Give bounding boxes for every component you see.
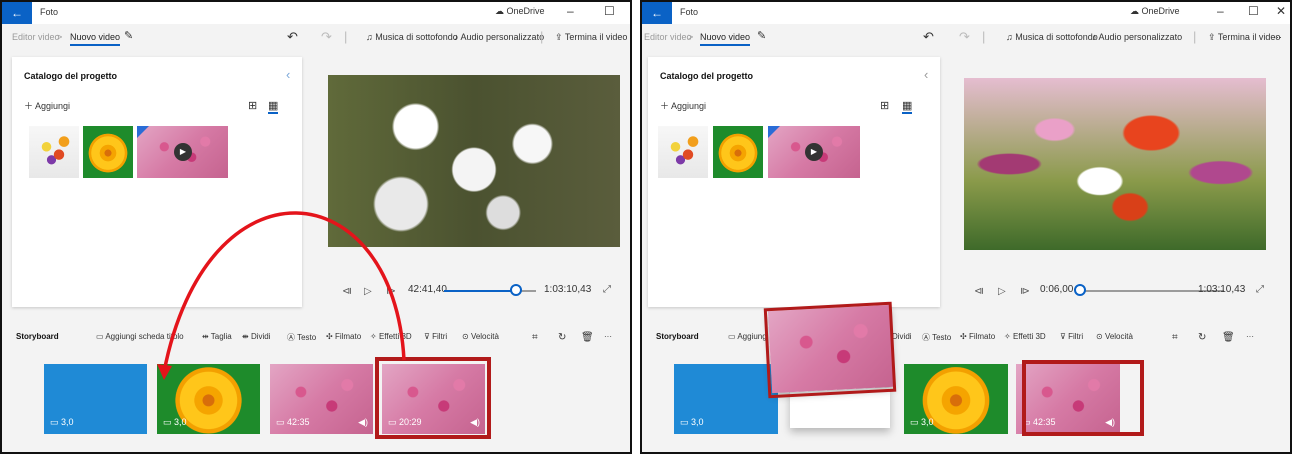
storyboard-toolbar: Storyboard ▭ Aggiungi Dividi Ⓐ Testo ✣ F… [642, 322, 1290, 350]
library-thumbnail-bouquet[interactable] [658, 126, 708, 178]
close-button[interactable]: ✕ [1276, 4, 1286, 18]
3d-effects-button[interactable]: ✧ Effetti 3D [1004, 332, 1046, 341]
more-options[interactable]: ··· [1246, 332, 1254, 341]
play-icon: ▶ [805, 143, 823, 161]
delete-icon[interactable]: 🗑 [1222, 332, 1235, 343]
split-button[interactable]: Dividi [892, 332, 912, 341]
text-icon: Ⓐ [922, 333, 933, 342]
used-tag-icon [768, 126, 780, 138]
music-button[interactable]: ♫ Musica di sottofondo [1006, 32, 1098, 42]
highlight-box [1022, 360, 1144, 436]
breadcrumb: Editor video > Nuovo video ✎ ↶ ↷ | ♫ Mus… [642, 24, 1290, 52]
rotate-icon[interactable]: ↻ [1198, 332, 1206, 343]
arrow-path [162, 211, 406, 373]
motion-button[interactable]: ✣ Filmato [960, 332, 995, 341]
back-arrow-icon[interactable]: ← [642, 2, 672, 24]
breadcrumb-current: Nuovo video [700, 32, 751, 46]
clip-duration: ▭ 3,0 [910, 417, 934, 427]
left-screenshot: ← Foto ☁ OneDrive – ☐ Editor video > Nuo… [0, 0, 632, 454]
plus-icon: ＋ [660, 101, 672, 111]
seek-knob[interactable] [1074, 284, 1086, 296]
breadcrumb-parent[interactable]: Editor video [644, 32, 692, 42]
rename-pencil-icon[interactable]: ✎ [757, 29, 766, 42]
title-bar: ← Foto ☁ OneDrive – ☐ ✕ [642, 2, 1290, 24]
speed-icon: ⊙ [1096, 332, 1105, 341]
add-title-card-button[interactable]: ▭ Aggiungi [728, 332, 768, 341]
motion-icon: ✣ [960, 332, 969, 341]
text-button[interactable]: Ⓐ Testo [922, 332, 951, 343]
speed-button[interactable]: ⊙ Velocità [1096, 332, 1133, 341]
cloud-icon: ☁ [1130, 6, 1142, 16]
current-time: 0:06,00 [1040, 284, 1074, 295]
grid-large-view-icon[interactable]: ⊞ [880, 99, 889, 112]
more-options[interactable]: ··· [1273, 32, 1282, 42]
storyboard-title: Storyboard [656, 332, 699, 341]
3d-effects-icon: ✧ [1004, 332, 1013, 341]
maximize-button[interactable]: ☐ [1248, 4, 1259, 18]
library-thumbnail-pink-video[interactable]: ▶ [768, 126, 860, 178]
toolbar-divider: | [1193, 29, 1197, 44]
storyboard-clip-yellow-flower[interactable]: ▭ 3,0 [904, 364, 1008, 434]
total-time: 1:03:10,43 [1198, 284, 1246, 295]
resize-icon[interactable]: ⌗ [1172, 332, 1178, 343]
music-note-icon: ♫ [1006, 32, 1016, 42]
finish-video-button[interactable]: ⇪ Termina il video [1208, 32, 1280, 43]
play-button-icon[interactable]: ▷ [998, 286, 1006, 297]
fullscreen-icon[interactable]: ⤢ [1256, 284, 1264, 295]
redo-icon[interactable]: ↷ [959, 29, 970, 45]
dragged-clip-highlight [763, 301, 897, 399]
filters-button[interactable]: ⊽ Filtri [1060, 332, 1083, 341]
onedrive-button[interactable]: ☁ OneDrive [1130, 6, 1180, 17]
project-library: Catalogo del progetto ‹ ＋ Aggiungi ⊞ ▦ [648, 57, 940, 307]
minimize-button[interactable]: – [1217, 4, 1224, 18]
next-frame-icon[interactable]: ⧐ [1020, 286, 1030, 297]
video-preview[interactable] [964, 78, 1266, 250]
collapse-chevron-icon[interactable]: ‹ [924, 67, 928, 82]
undo-icon[interactable]: ↶ [923, 29, 934, 45]
breadcrumb-separator: > [688, 32, 694, 42]
title-card-icon: ▭ [728, 332, 738, 341]
library-title: Catalogo del progetto [660, 71, 753, 81]
grid-small-view-icon[interactable]: ▦ [902, 99, 913, 114]
clip-duration: ▭ 3,0 [680, 417, 704, 427]
arrow-head [157, 364, 172, 380]
drag-arrow [157, 211, 406, 380]
right-screenshot: ← Foto ☁ OneDrive – ☐ ✕ Editor video > N… [640, 0, 1292, 454]
custom-audio-button[interactable]: ♪ Audio personalizzato [1092, 32, 1182, 42]
toolbar-divider: | [982, 29, 986, 44]
share-icon: ⇪ [1208, 32, 1218, 42]
add-button[interactable]: ＋ Aggiungi [660, 99, 706, 112]
filter-icon: ⊽ [1060, 332, 1069, 341]
previous-frame-icon[interactable]: ⧏ [974, 286, 984, 297]
storyboard-clip-title[interactable]: ▭ 3,0 [674, 364, 778, 434]
library-thumbnail-yellow-flower[interactable] [713, 126, 763, 178]
app-title: Foto [680, 7, 699, 17]
